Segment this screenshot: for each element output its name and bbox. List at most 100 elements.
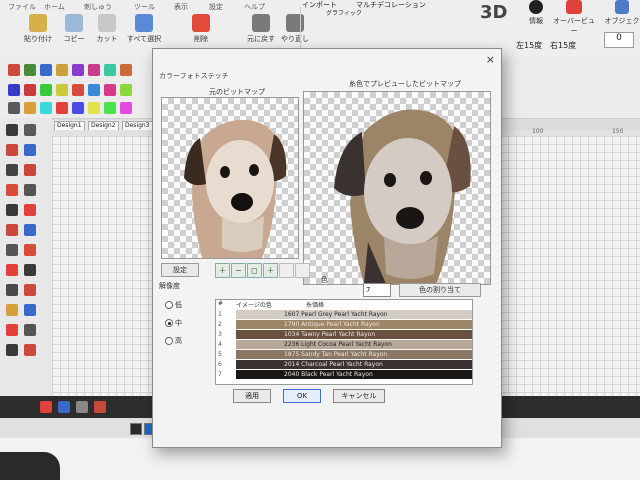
table-row[interactable]: 1034 Tawny Pearl Yacht Rayon	[236, 330, 472, 339]
cancel-button[interactable]: キャンセル	[333, 389, 385, 403]
overview-button[interactable]: オーバービュー	[552, 0, 596, 35]
tool-icon[interactable]	[6, 304, 18, 316]
tool-icon[interactable]	[88, 84, 100, 96]
tool-icon[interactable]	[24, 304, 36, 316]
rotate-angle-input[interactable]: 0	[604, 32, 634, 48]
paste-button[interactable]: 貼り付け	[20, 14, 56, 48]
undo-button[interactable]: 元に戻す	[244, 14, 278, 48]
redo-button[interactable]: やり直し	[278, 14, 312, 48]
tool-icon[interactable]	[24, 184, 36, 196]
tool-icon[interactable]	[120, 64, 132, 76]
tool-icon[interactable]	[6, 184, 18, 196]
tool-icon[interactable]	[24, 244, 36, 256]
tool-icon[interactable]	[24, 124, 36, 136]
tool-icon[interactable]	[24, 344, 36, 356]
tool-icon[interactable]	[24, 264, 36, 276]
table-row[interactable]: 1607 Pearl Grey Pearl Yacht Rayon	[236, 310, 472, 319]
tool-icon[interactable]	[88, 102, 100, 114]
cut-button[interactable]: カット	[92, 14, 122, 48]
delete-button[interactable]: 削除	[186, 14, 216, 48]
tool-icon[interactable]	[6, 204, 18, 216]
app-icon[interactable]	[76, 401, 88, 413]
table-row[interactable]: 2014 Charcoal Pearl Yacht Rayon	[236, 360, 472, 369]
tab-tools[interactable]: ツール	[130, 2, 159, 12]
zoom-out-icon[interactable]: −	[231, 263, 246, 278]
info-button[interactable]: 情報	[524, 0, 548, 34]
tool-icon[interactable]	[104, 64, 116, 76]
zoom-fit-icon[interactable]: ◻	[247, 263, 262, 278]
tool-icon[interactable]	[6, 224, 18, 236]
pan-icon[interactable]	[279, 263, 294, 278]
tool-icon[interactable]	[6, 244, 18, 256]
tool-icon[interactable]	[6, 344, 18, 356]
app-icon[interactable]	[40, 401, 52, 413]
table-row[interactable]: 2236 Light Cocoa Pearl Yacht Rayon	[236, 340, 472, 349]
zoom-actual-icon[interactable]: ＋	[263, 263, 278, 278]
tool-icon[interactable]	[40, 84, 52, 96]
tool-icon[interactable]	[40, 102, 52, 114]
tool-icon[interactable]	[6, 124, 18, 136]
tool-icon[interactable]	[24, 284, 36, 296]
palette-swatch[interactable]	[130, 423, 142, 435]
tool-icon[interactable]	[24, 164, 36, 176]
tool-icon[interactable]	[56, 64, 68, 76]
app-icon[interactable]	[58, 401, 70, 413]
tool-icon[interactable]	[6, 284, 18, 296]
tool-icon[interactable]	[120, 84, 132, 96]
apply-button[interactable]: 適用	[233, 389, 271, 403]
table-row[interactable]: 1790 Antique Pearl Yacht Rayon	[236, 320, 472, 329]
tool-icon[interactable]	[56, 84, 68, 96]
tool-icon[interactable]	[24, 224, 36, 236]
tool-icon[interactable]	[6, 264, 18, 276]
zoom-in-icon[interactable]: ＋	[215, 263, 230, 278]
reassign-colors-button[interactable]: 色の割り当て	[399, 283, 481, 297]
app-icon[interactable]	[94, 401, 106, 413]
tool-icon[interactable]	[24, 102, 36, 114]
tool-icon[interactable]	[24, 84, 36, 96]
table-row[interactable]: 1875 Sandy Tan Pearl Yacht Rayon	[236, 350, 472, 359]
tab-help[interactable]: ヘルプ	[240, 2, 269, 12]
color-photo-stitch-dialog: カラーフォトステッチ × 元のビットマップ 糸色でプレビューしたビットマップ 設…	[152, 48, 502, 448]
tool-icon[interactable]	[8, 84, 20, 96]
tool-icon[interactable]	[6, 164, 18, 176]
select-all-button[interactable]: すべて選択	[124, 14, 164, 48]
tool-icon[interactable]	[6, 324, 18, 336]
rotate-left-button[interactable]: 左15度	[516, 40, 542, 51]
tool-icon[interactable]	[120, 102, 132, 114]
ok-button[interactable]: OK	[283, 389, 321, 403]
tool-icon[interactable]	[24, 64, 36, 76]
colors-count-input[interactable]: 7	[363, 283, 391, 297]
tool-icon[interactable]	[24, 324, 36, 336]
radio-high[interactable]	[165, 337, 173, 345]
tab-file[interactable]: ファイル	[4, 2, 40, 12]
tab-view[interactable]: 表示	[170, 2, 192, 12]
tool-icon[interactable]	[88, 64, 100, 76]
move-icon[interactable]	[295, 263, 310, 278]
tab-embroidery[interactable]: 刺しゅう	[80, 2, 116, 12]
table-row[interactable]: 2040 Black Pearl Yacht Rayon	[236, 370, 472, 379]
tool-icon[interactable]	[6, 144, 18, 156]
close-icon[interactable]: ×	[486, 53, 495, 66]
rotate-right-button[interactable]: 右15度	[550, 40, 576, 51]
tool-icon[interactable]	[72, 102, 84, 114]
scissors-icon	[98, 14, 116, 32]
settings-button[interactable]: 設定	[161, 263, 199, 277]
tool-icon[interactable]	[24, 204, 36, 216]
radio-low[interactable]	[165, 301, 173, 309]
radio-medium[interactable]	[165, 319, 173, 327]
tool-icon[interactable]	[56, 102, 68, 114]
tool-icon[interactable]	[8, 102, 20, 114]
tool-icon[interactable]	[40, 64, 52, 76]
tool-icon[interactable]	[104, 102, 116, 114]
tab-home[interactable]: ホーム	[40, 2, 69, 12]
tool-icon[interactable]	[104, 84, 116, 96]
tab-settings[interactable]: 設定	[205, 2, 227, 12]
object-button[interactable]: オブジェク	[604, 0, 640, 34]
tool-icon[interactable]	[72, 64, 84, 76]
tool-icon[interactable]	[8, 64, 20, 76]
copy-button[interactable]: コピー	[58, 14, 90, 48]
tool-icon[interactable]	[24, 144, 36, 156]
tool-icon[interactable]	[72, 84, 84, 96]
multi-decoration-label[interactable]: マルチデコレーション	[356, 0, 426, 10]
mode-3d-label[interactable]: 3D	[480, 2, 507, 23]
